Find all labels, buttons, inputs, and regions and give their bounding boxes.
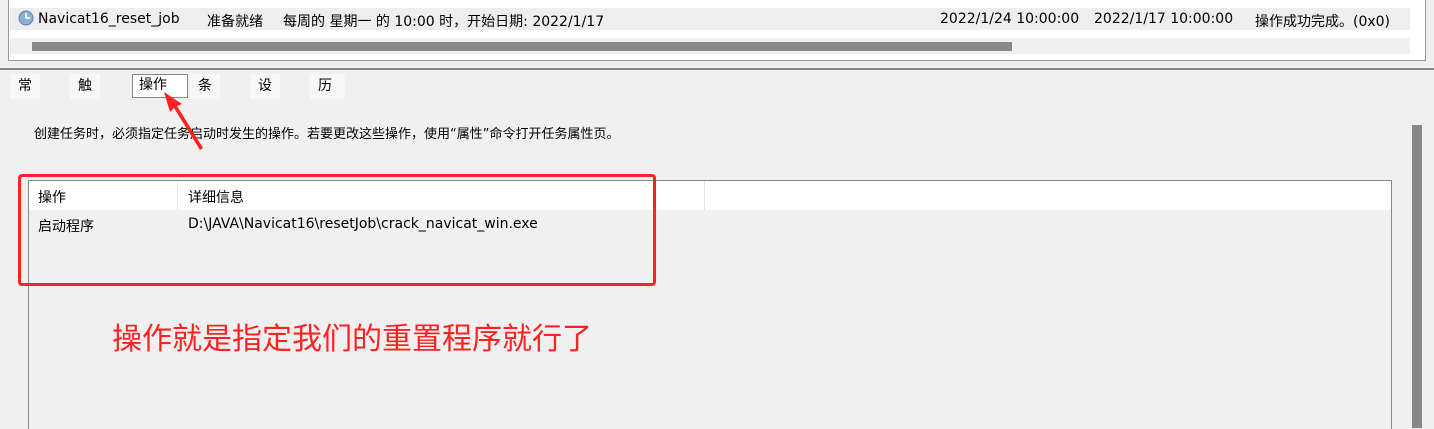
annotation-arrow-icon — [164, 92, 203, 150]
tab-settings[interactable]: 设置 — [250, 74, 280, 119]
splitter[interactable] — [0, 68, 1434, 70]
description-text: 创建任务时，必须指定任务启动时发生的操作。若要更改这些操作，使用“属性”命令打开… — [34, 127, 620, 142]
annotation-highlight-box — [18, 174, 656, 286]
tab-general[interactable]: 常规 — [10, 74, 40, 119]
task-next-run: 2022/1/24 10:00:00 — [940, 11, 1080, 27]
scrollbar-thumb[interactable] — [1412, 125, 1422, 428]
vertical-scrollbar[interactable] — [1410, 100, 1424, 428]
task-last-run: 2022/1/17 10:00:00 — [1094, 11, 1234, 27]
clock-icon — [18, 10, 34, 30]
task-row-navicat16-reset-job[interactable]: Navicat16_reset_job 准备就绪 每周的 星期一 的 10:00… — [10, 8, 1410, 30]
annotation-text: 操作就是指定我们的重置程序就行了 — [112, 322, 592, 357]
task-trigger: 每周的 星期一 的 10:00 时，开始日期: 2022/1/17 — [283, 14, 605, 30]
task-status: 准备就绪 — [207, 14, 263, 30]
tab-triggers[interactable]: 触发器 — [70, 74, 100, 144]
task-name: Navicat16_reset_job — [38, 11, 180, 27]
horizontal-scrollbar[interactable] — [10, 38, 1410, 54]
tab-history[interactable]: 历史记录(已禁用) — [310, 74, 346, 244]
scrollbar-thumb[interactable] — [32, 42, 1012, 51]
task-result: 操作成功完成。(0x0) — [1255, 14, 1391, 30]
